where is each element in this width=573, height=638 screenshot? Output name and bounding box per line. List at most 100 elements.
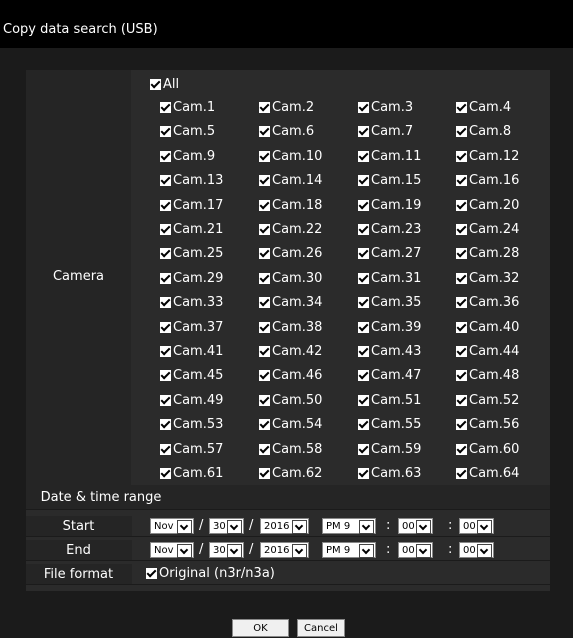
checkbox-checked-icon xyxy=(456,248,467,260)
camera-checkbox[interactable]: Cam.23 xyxy=(358,223,421,237)
camera-checkbox[interactable]: Cam.9 xyxy=(160,149,215,164)
camera-checkbox[interactable]: Cam.25 xyxy=(160,247,223,261)
checkbox-checked-icon xyxy=(160,468,171,479)
camera-checkbox[interactable]: Cam.6 xyxy=(259,125,314,139)
camera-checkbox[interactable]: Cam.8 xyxy=(456,125,511,139)
camera-checkbox[interactable]: Cam.37 xyxy=(160,319,224,335)
end-hour-select[interactable]: PM 9 xyxy=(322,542,376,558)
camera-checkbox-label: Cam.29 xyxy=(173,270,224,286)
camera-checkbox-label: Cam.57 xyxy=(173,441,224,457)
camera-checkbox[interactable]: Cam.56 xyxy=(456,418,519,432)
camera-checkbox[interactable]: Cam.26 xyxy=(259,247,322,261)
camera-checkbox[interactable]: Cam.36 xyxy=(456,296,519,310)
camera-checkbox[interactable]: Cam.2 xyxy=(259,101,314,115)
ok-button[interactable]: OK xyxy=(232,619,289,637)
camera-checkbox-label: Cam.45 xyxy=(173,368,224,384)
original-format-checkbox[interactable]: Original (n3r/n3a) xyxy=(146,567,275,581)
camera-checkbox[interactable]: Cam.55 xyxy=(358,418,421,432)
camera-checkbox[interactable]: Cam.14 xyxy=(259,174,322,188)
checkbox-checked-icon xyxy=(456,419,467,431)
camera-checkbox[interactable]: Cam.57 xyxy=(160,441,224,457)
start-month-select[interactable]: Nov xyxy=(150,518,194,534)
camera-checkbox[interactable]: Cam.60 xyxy=(456,441,520,457)
end-year-select[interactable]: 2016 xyxy=(260,542,309,558)
camera-checkbox-label: Cam.28 xyxy=(469,246,520,262)
camera-checkbox[interactable]: Cam.19 xyxy=(358,198,421,213)
camera-checkbox[interactable]: Cam.31 xyxy=(358,271,421,286)
camera-checkbox[interactable]: Cam.24 xyxy=(456,223,519,237)
camera-checkbox[interactable]: Cam.62 xyxy=(259,467,322,481)
camera-checkbox[interactable]: Cam.51 xyxy=(358,393,421,408)
end-month-select[interactable]: Nov xyxy=(150,542,194,558)
camera-checkbox[interactable]: Cam.58 xyxy=(259,442,322,457)
camera-checkbox[interactable]: Cam.43 xyxy=(358,345,421,359)
end-second-select[interactable]: 00 xyxy=(459,542,494,558)
camera-checkbox-label: Cam.59 xyxy=(371,441,422,457)
camera-checkbox[interactable]: Cam.34 xyxy=(259,296,322,310)
camera-checkbox[interactable]: Cam.21 xyxy=(160,223,223,237)
camera-checkbox[interactable]: Cam.13 xyxy=(160,174,223,188)
camera-checkbox[interactable]: Cam.38 xyxy=(259,320,322,335)
camera-checkbox[interactable]: Cam.39 xyxy=(358,320,421,335)
camera-checkbox[interactable]: Cam.28 xyxy=(456,247,519,261)
all-cameras-checkbox[interactable]: All xyxy=(150,78,179,92)
camera-checkbox-label: Cam.60 xyxy=(469,441,520,457)
camera-checkbox[interactable]: Cam.40 xyxy=(456,320,519,335)
camera-checkbox[interactable]: Cam.63 xyxy=(358,467,421,481)
camera-checkbox[interactable]: Cam.48 xyxy=(456,369,519,383)
camera-checkbox-label: Cam.37 xyxy=(173,319,224,335)
camera-checkbox[interactable]: Cam.52 xyxy=(456,393,519,408)
camera-checkbox[interactable]: Cam.29 xyxy=(160,270,224,286)
camera-checkbox[interactable]: Cam.59 xyxy=(358,441,422,457)
camera-checkbox[interactable]: Cam.22 xyxy=(259,223,322,237)
camera-checkbox[interactable]: Cam.17 xyxy=(160,198,223,213)
camera-checkbox[interactable]: Cam.50 xyxy=(259,393,322,408)
camera-checkbox[interactable]: Cam.54 xyxy=(259,418,322,432)
checkbox-checked-icon xyxy=(160,126,171,138)
camera-checkbox[interactable]: Cam.41 xyxy=(160,345,223,359)
checkbox-checked-icon xyxy=(160,419,171,431)
camera-checkbox[interactable]: Cam.45 xyxy=(160,369,223,383)
camera-checkbox[interactable]: Cam.10 xyxy=(259,149,322,164)
camera-checkbox-label: Cam.46 xyxy=(272,368,323,384)
start-minute-select[interactable]: 00 xyxy=(398,518,433,534)
camera-checkbox-label: Cam.25 xyxy=(173,246,224,262)
file-format-controls: Original (n3r/n3a) xyxy=(132,564,550,584)
camera-checkbox[interactable]: Cam.53 xyxy=(160,418,223,432)
camera-checkbox[interactable]: Cam.30 xyxy=(259,271,322,286)
camera-checkbox[interactable]: Cam.35 xyxy=(358,296,421,310)
date-range-heading: Date & time range xyxy=(40,490,162,505)
camera-checkbox[interactable]: Cam.12 xyxy=(456,149,519,164)
camera-checkbox[interactable]: Cam.42 xyxy=(259,345,322,359)
end-minute-select[interactable]: 00 xyxy=(398,542,433,558)
start-second-select[interactable]: 00 xyxy=(459,518,494,534)
camera-checkbox[interactable]: Cam.4 xyxy=(456,101,511,115)
checkbox-checked-icon xyxy=(160,199,171,211)
start-year-select[interactable]: 2016 xyxy=(260,518,309,534)
camera-checkbox[interactable]: Cam.49 xyxy=(160,393,223,408)
camera-checkbox[interactable]: Cam.32 xyxy=(456,271,519,286)
camera-checkbox[interactable]: Cam.20 xyxy=(456,198,519,213)
camera-checkbox[interactable]: Cam.15 xyxy=(358,174,421,188)
camera-checkbox[interactable]: Cam.7 xyxy=(358,125,413,139)
camera-checkbox[interactable]: Cam.44 xyxy=(456,345,519,359)
camera-checkbox[interactable]: Cam.46 xyxy=(259,369,322,383)
camera-checkbox[interactable]: Cam.47 xyxy=(358,369,421,383)
camera-checkbox[interactable]: Cam.3 xyxy=(358,101,413,115)
start-day-select[interactable]: 30 xyxy=(209,518,244,534)
end-day-select[interactable]: 30 xyxy=(209,542,244,558)
camera-checkbox[interactable]: Cam.11 xyxy=(358,149,421,164)
camera-label-cell: Camera xyxy=(26,70,131,486)
start-hour-select[interactable]: PM 9 xyxy=(322,518,376,534)
checkbox-checked-icon xyxy=(160,248,171,260)
camera-checkbox[interactable]: Cam.18 xyxy=(259,198,322,213)
camera-checkbox-label: Cam.56 xyxy=(469,417,520,433)
camera-checkbox[interactable]: Cam.5 xyxy=(160,125,215,139)
camera-checkbox[interactable]: Cam.33 xyxy=(160,296,223,310)
camera-checkbox[interactable]: Cam.27 xyxy=(358,247,421,261)
camera-checkbox[interactable]: Cam.64 xyxy=(456,467,519,481)
cancel-button[interactable]: Cancel xyxy=(297,619,345,637)
camera-checkbox[interactable]: Cam.1 xyxy=(160,101,215,115)
camera-checkbox[interactable]: Cam.16 xyxy=(456,174,519,188)
camera-checkbox[interactable]: Cam.61 xyxy=(160,467,223,481)
